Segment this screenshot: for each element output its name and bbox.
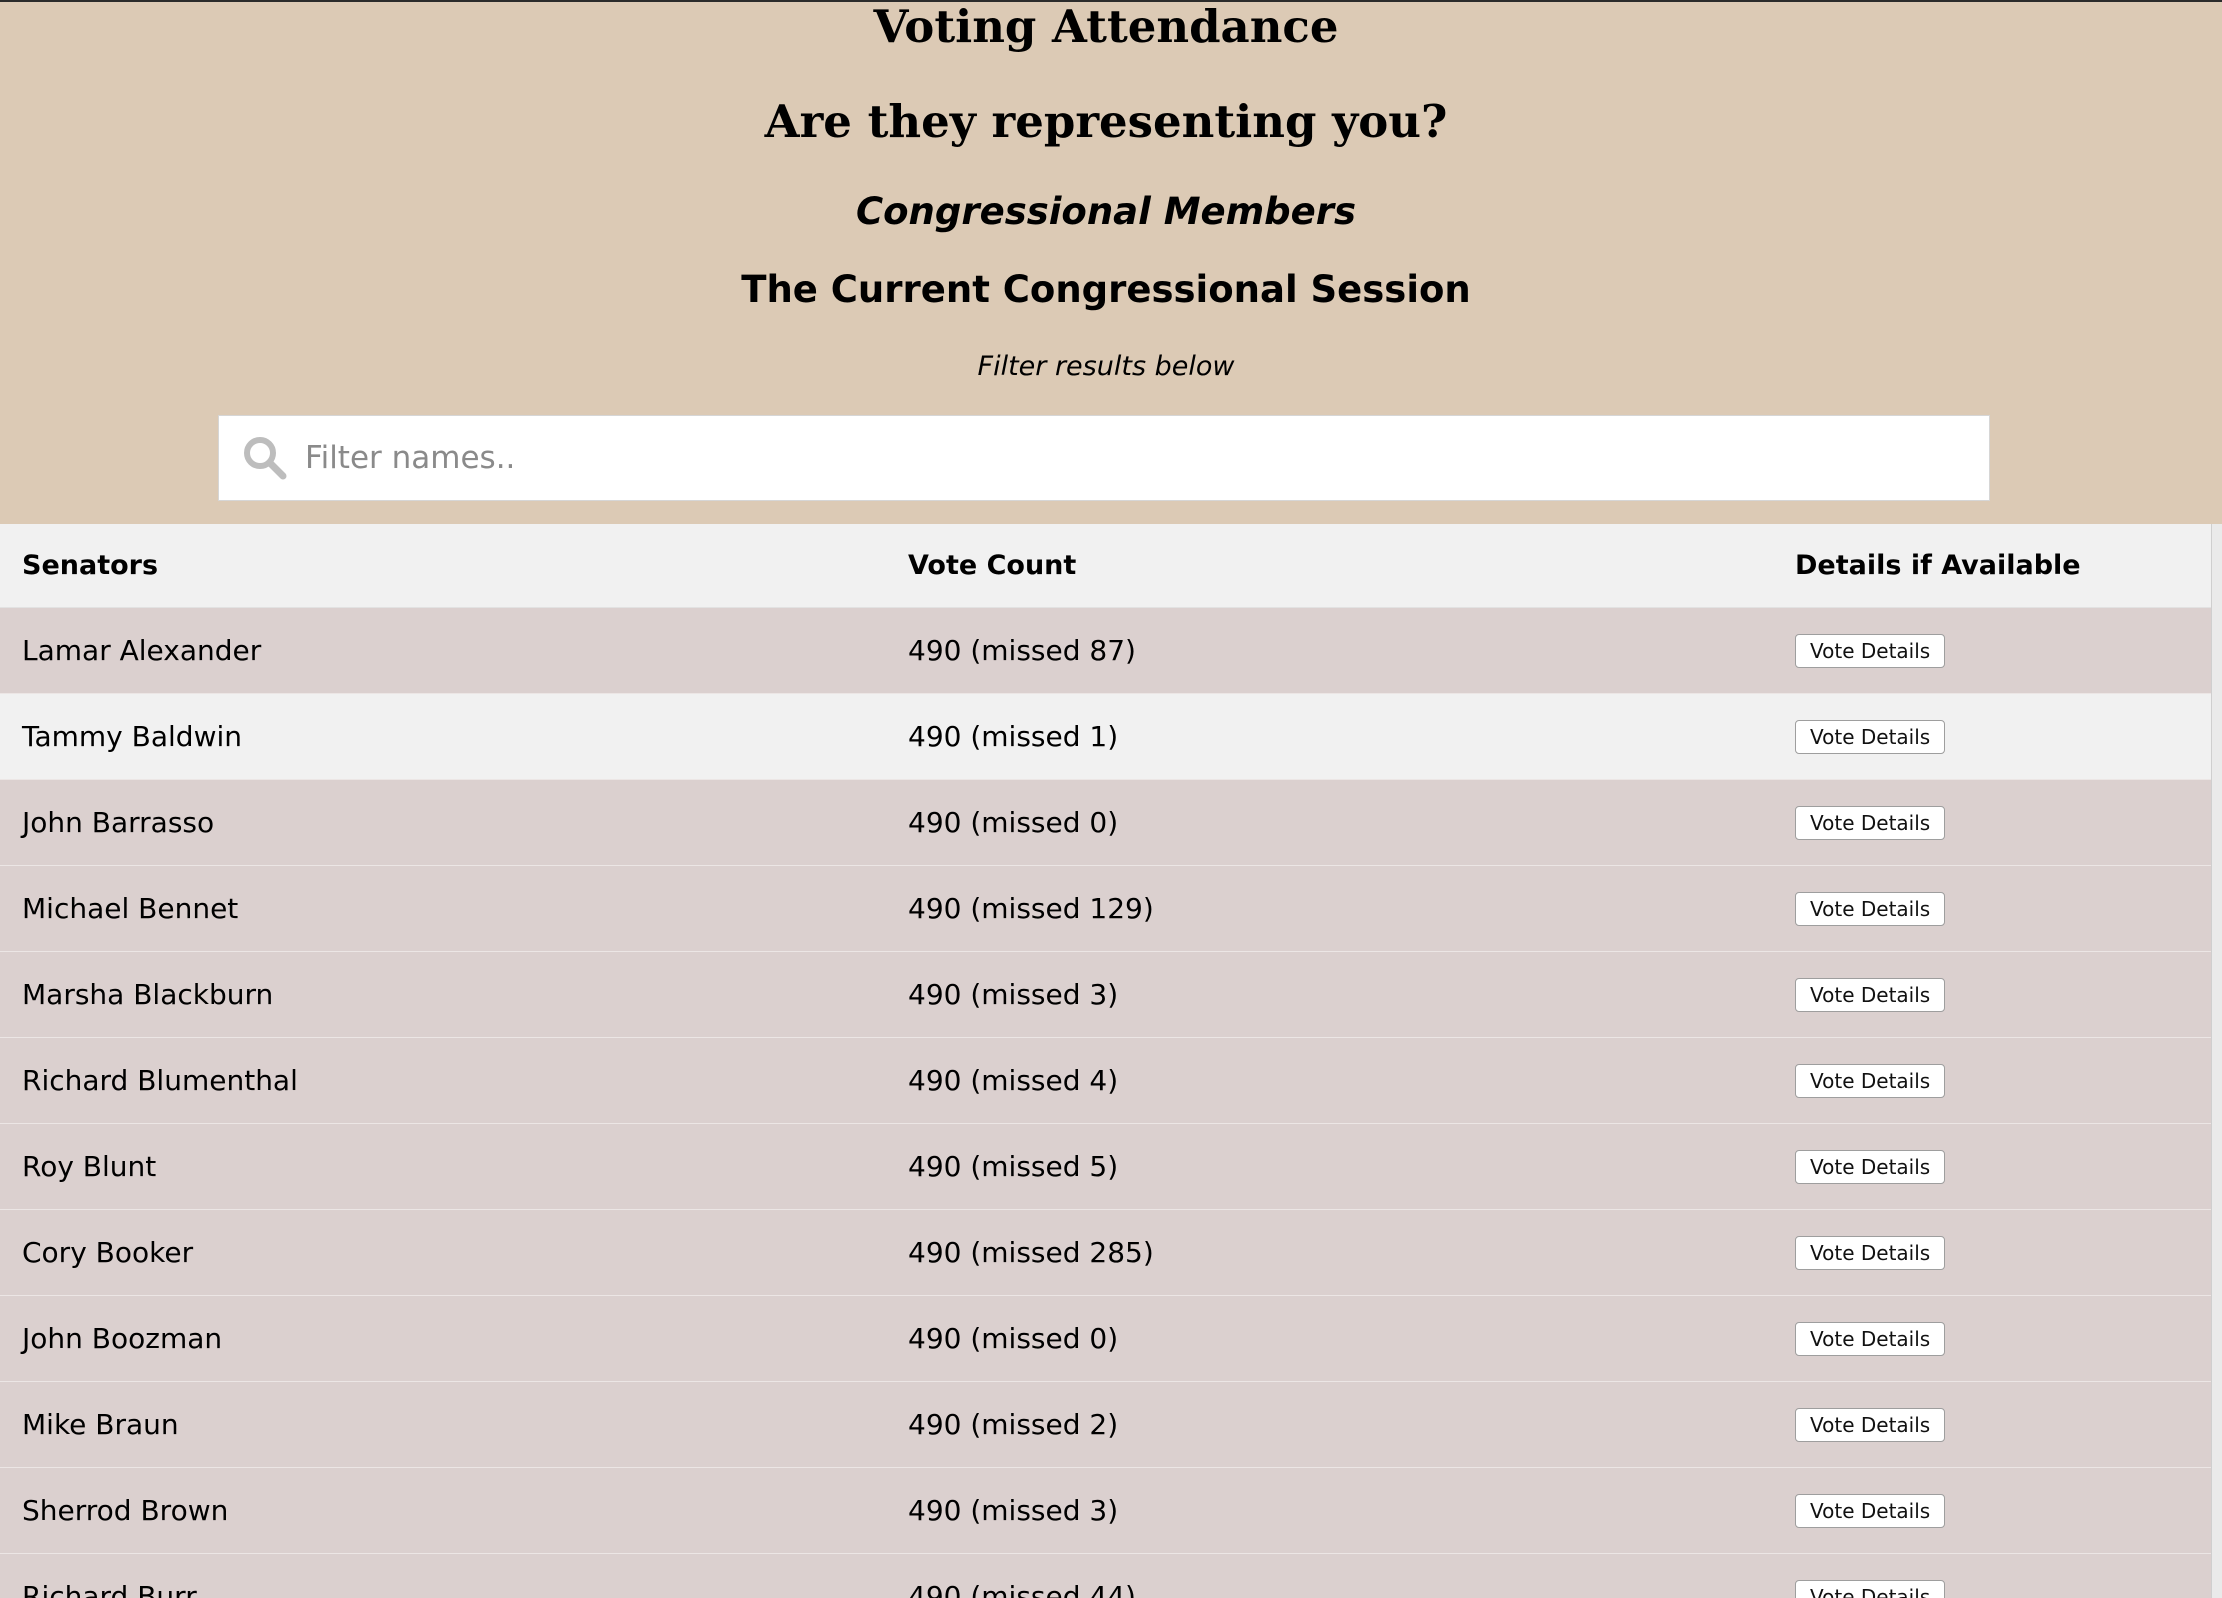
details-cell: Vote Details xyxy=(1773,1295,2212,1382)
vote-details-button[interactable]: Vote Details xyxy=(1795,1150,1946,1184)
table-row: John Barrasso 490 (missed 0) Vote Detail… xyxy=(0,779,2212,866)
search-input[interactable] xyxy=(303,439,1907,477)
senator-name: Michael Bennet xyxy=(0,865,886,952)
column-header-details: Details if Available xyxy=(1773,524,2212,608)
vote-count: 490 (missed 1) xyxy=(886,693,1773,780)
vote-details-button[interactable]: Vote Details xyxy=(1795,1322,1946,1356)
members-heading: Congressional Members xyxy=(855,190,1357,233)
table-row: Mike Braun 490 (missed 2) Vote Details xyxy=(0,1381,2212,1468)
vote-count: 490 (missed 44) xyxy=(886,1553,1773,1598)
table-row: Cory Booker 490 (missed 285) Vote Detail… xyxy=(0,1209,2212,1296)
senator-name: Mike Braun xyxy=(0,1381,886,1468)
details-cell: Vote Details xyxy=(1773,1467,2212,1554)
table-row: Tammy Baldwin 490 (missed 1) Vote Detail… xyxy=(0,693,2212,780)
details-cell: Vote Details xyxy=(1773,1209,2212,1296)
vote-details-button[interactable]: Vote Details xyxy=(1795,720,1946,754)
senator-name: Tammy Baldwin xyxy=(0,693,886,780)
session-heading: The Current Congressional Session xyxy=(741,268,1471,311)
senator-name: John Barrasso xyxy=(0,779,886,866)
vote-details-button[interactable]: Vote Details xyxy=(1795,1064,1946,1098)
table-header-row: Senators Vote Count Details if Available xyxy=(0,524,2212,608)
details-cell: Vote Details xyxy=(1773,1037,2212,1124)
senator-name: Richard Blumenthal xyxy=(0,1037,886,1124)
details-cell: Vote Details xyxy=(1773,865,2212,952)
vote-count: 490 (missed 4) xyxy=(886,1037,1773,1124)
table-row: Richard Blumenthal 490 (missed 4) Vote D… xyxy=(0,1037,2212,1124)
filter-hint: Filter results below xyxy=(977,351,1235,382)
senator-name: Marsha Blackburn xyxy=(0,951,886,1038)
vote-count: 490 (missed 3) xyxy=(886,1467,1773,1554)
page-title: Voting Attendance xyxy=(873,0,1339,53)
details-cell: Vote Details xyxy=(1773,693,2212,780)
vote-count: 490 (missed 129) xyxy=(886,865,1773,952)
vote-details-button[interactable]: Vote Details xyxy=(1795,1580,1946,1598)
details-cell: Vote Details xyxy=(1773,1381,2212,1468)
table-row: Lamar Alexander 490 (missed 87) Vote Det… xyxy=(0,607,2212,694)
scrollbar-track[interactable] xyxy=(2211,524,2222,1598)
senator-name: Cory Booker xyxy=(0,1209,886,1296)
vote-count: 490 (missed 2) xyxy=(886,1381,1773,1468)
details-cell: Vote Details xyxy=(1773,951,2212,1038)
table-row: Marsha Blackburn 490 (missed 3) Vote Det… xyxy=(0,951,2212,1038)
column-header-senators: Senators xyxy=(0,524,886,608)
vote-details-button[interactable]: Vote Details xyxy=(1795,1494,1946,1528)
senator-name: John Boozman xyxy=(0,1295,886,1382)
table-row: Sherrod Brown 490 (missed 3) Vote Detail… xyxy=(0,1467,2212,1554)
search-box[interactable] xyxy=(218,415,1990,501)
vote-count: 490 (missed 0) xyxy=(886,779,1773,866)
vote-details-button[interactable]: Vote Details xyxy=(1795,892,1946,926)
senator-name: Richard Burr xyxy=(0,1553,886,1598)
vote-count: 490 (missed 5) xyxy=(886,1123,1773,1210)
vote-details-button[interactable]: Vote Details xyxy=(1795,1408,1946,1442)
vote-details-button[interactable]: Vote Details xyxy=(1795,634,1946,668)
details-cell: Vote Details xyxy=(1773,607,2212,694)
vote-count: 490 (missed 3) xyxy=(886,951,1773,1038)
vote-count: 490 (missed 0) xyxy=(886,1295,1773,1382)
vote-details-button[interactable]: Vote Details xyxy=(1795,978,1946,1012)
column-header-vote-count: Vote Count xyxy=(886,524,1773,608)
details-cell: Vote Details xyxy=(1773,1553,2212,1598)
vote-details-button[interactable]: Vote Details xyxy=(1795,806,1946,840)
senator-name: Sherrod Brown xyxy=(0,1467,886,1554)
senators-table: Senators Vote Count Details if Available… xyxy=(0,524,2212,1598)
senator-name: Lamar Alexander xyxy=(0,607,886,694)
vote-count: 490 (missed 285) xyxy=(886,1209,1773,1296)
page-header: Voting Attendance Are they representing … xyxy=(0,2,2212,524)
senator-name: Roy Blunt xyxy=(0,1123,886,1210)
table-row: Roy Blunt 490 (missed 5) Vote Details xyxy=(0,1123,2212,1210)
table-row: Richard Burr 490 (missed 44) Vote Detail… xyxy=(0,1553,2212,1598)
table-row: John Boozman 490 (missed 0) Vote Details xyxy=(0,1295,2212,1382)
vote-details-button[interactable]: Vote Details xyxy=(1795,1236,1946,1270)
vote-count: 490 (missed 87) xyxy=(886,607,1773,694)
details-cell: Vote Details xyxy=(1773,1123,2212,1210)
details-cell: Vote Details xyxy=(1773,779,2212,866)
page-subtitle: Are they representing you? xyxy=(764,95,1448,148)
table-row: Michael Bennet 490 (missed 129) Vote Det… xyxy=(0,865,2212,952)
search-icon xyxy=(239,432,291,484)
